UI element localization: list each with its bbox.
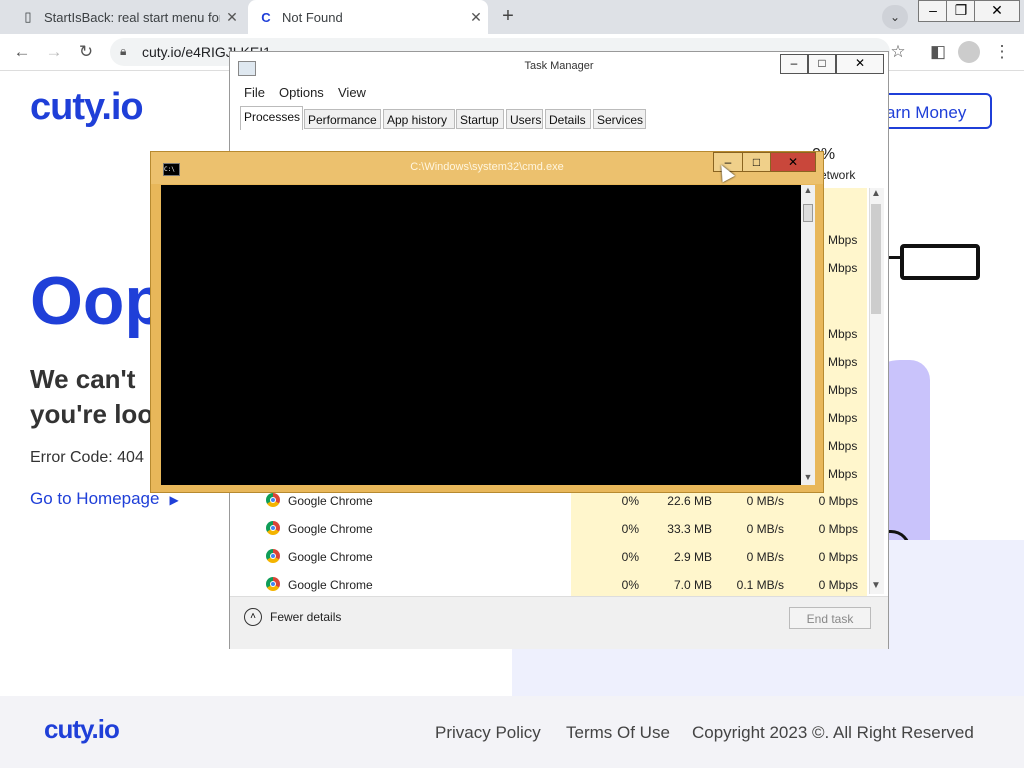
back-icon[interactable]: ← <box>10 40 34 64</box>
menu-view[interactable]: View <box>338 85 366 100</box>
terms-of-use-link[interactable]: Terms Of Use <box>566 723 670 743</box>
network-value: 0 Mbps <box>818 578 858 592</box>
task-manager-menubar: File Options View <box>230 82 888 104</box>
tab-search-button[interactable]: ⌄ <box>882 5 908 29</box>
scroll-down-icon[interactable]: ▼ <box>869 580 883 591</box>
tab-users[interactable]: Users <box>506 109 543 129</box>
profile-avatar[interactable] <box>958 41 980 63</box>
cmd-scroll-down-icon[interactable]: ▼ <box>801 472 815 482</box>
menu-file[interactable]: File <box>244 85 265 100</box>
lock-icon: 🔒︎ <box>120 44 127 58</box>
cpu-value: 0% <box>621 578 639 592</box>
restore-button[interactable]: ❐ <box>946 0 976 22</box>
chrome-icon <box>266 493 280 507</box>
close-tab-icon[interactable]: ✕ <box>220 9 244 26</box>
chrome-icon <box>266 577 280 591</box>
headline-line-1: We can't <box>30 364 136 394</box>
process-name: Google Chrome <box>288 578 373 592</box>
go-home-label: Go to Homepage <box>30 489 160 508</box>
table-row[interactable]: Google Chrome 0% 33.3 MB 0 MB/s 0 Mbps <box>230 515 870 543</box>
cmd-scrollbar-thumb[interactable] <box>803 204 813 222</box>
arrow-right-icon: ▶ <box>169 493 179 507</box>
tab-services[interactable]: Services <box>593 109 646 129</box>
tab-title: StartIsBack: real start menu for W <box>44 9 220 25</box>
memory-value: 22.6 MB <box>667 494 712 508</box>
task-manager-tabs: Processes Performance App history Startu… <box>230 104 888 131</box>
error-code: Error Code: 404 <box>30 449 144 466</box>
network-value: Mbps <box>828 467 858 481</box>
end-task-button[interactable]: End task <box>789 607 871 629</box>
forward-icon[interactable]: → <box>42 40 66 64</box>
process-name: Google Chrome <box>288 494 373 508</box>
memory-value: 7.0 MB <box>673 578 712 592</box>
privacy-policy-link[interactable]: Privacy Policy <box>435 723 541 743</box>
disk-value: 0 MB/s <box>746 522 784 536</box>
cmd-scroll-up-icon[interactable]: ▲ <box>801 185 815 195</box>
new-tab-button[interactable]: + <box>496 5 520 29</box>
fewer-details-link[interactable]: Fewer details <box>270 610 341 624</box>
tab-startisback[interactable]: ▯ StartIsBack: real start menu for W ✕ <box>10 0 244 34</box>
scrollbar-thumb[interactable] <box>871 204 881 314</box>
close-tab-icon[interactable]: ✕ <box>464 9 488 26</box>
tm-minimize-button[interactable]: – <box>780 54 808 74</box>
network-value: Mbps <box>828 411 858 425</box>
network-value: 0 Mbps <box>818 550 858 564</box>
memory-value: 2.9 MB <box>673 550 712 564</box>
network-value: Mbps <box>828 327 858 341</box>
table-row[interactable]: Google Chrome 0% 7.0 MB 0.1 MB/s 0 Mbps <box>230 571 870 599</box>
bookmark-star-icon[interactable]: ☆ <box>886 40 910 64</box>
disk-value: 0 MB/s <box>746 494 784 508</box>
network-value: 0 Mbps <box>818 494 858 508</box>
copyright-text: Copyright 2023 ©. All Right Reserved <box>692 723 974 742</box>
tm-close-button[interactable]: ✕ <box>836 54 884 74</box>
illustration-box <box>900 244 980 280</box>
cuty-logo[interactable]: cuty.io <box>30 86 144 129</box>
tm-maximize-button[interactable]: □ <box>808 54 836 74</box>
cmd-scrollbar[interactable] <box>801 185 815 485</box>
menu-kebab-icon[interactable]: ⋮ <box>990 40 1014 64</box>
tab-app-history[interactable]: App history <box>383 109 455 129</box>
network-value: Mbps <box>828 261 858 275</box>
process-name: Google Chrome <box>288 522 373 536</box>
menu-options[interactable]: Options <box>279 85 324 100</box>
tab-processes[interactable]: Processes <box>240 106 303 130</box>
cmd-maximize-button[interactable]: □ <box>742 152 771 172</box>
footer-logo[interactable]: cuty.io <box>44 714 120 745</box>
network-value: Mbps <box>828 233 858 247</box>
scroll-up-icon[interactable]: ▲ <box>869 188 883 199</box>
tab-startup[interactable]: Startup <box>456 109 504 129</box>
tab-performance[interactable]: Performance <box>304 109 381 129</box>
cpu-value: 0% <box>621 522 639 536</box>
cpu-value: 0% <box>621 494 639 508</box>
chevron-up-icon[interactable]: ˄ <box>244 608 262 626</box>
cpu-value: 0% <box>621 550 639 564</box>
disk-value: 0 MB/s <box>746 550 784 564</box>
process-name: Google Chrome <box>288 550 373 564</box>
disk-value: 0.1 MB/s <box>736 578 784 592</box>
cuty-favicon: C <box>261 9 271 25</box>
reload-icon[interactable]: ↻ <box>74 40 98 64</box>
cmd-close-button[interactable]: ✕ <box>770 152 816 172</box>
oops-heading: Oop <box>30 263 166 339</box>
side-panel-icon[interactable]: ◧ <box>926 40 950 64</box>
network-column-label[interactable]: etwork <box>820 168 855 182</box>
tab-details[interactable]: Details <box>545 109 591 129</box>
page-icon: ▯ <box>24 9 32 24</box>
minimize-button[interactable]: – <box>918 0 948 22</box>
close-window-button[interactable]: ✕ <box>974 0 1020 22</box>
headline-line-2: you're loo <box>30 399 154 429</box>
memory-value: 33.3 MB <box>667 522 712 536</box>
table-row[interactable]: Google Chrome 0% 2.9 MB 0 MB/s 0 Mbps <box>230 543 870 571</box>
network-value: Mbps <box>828 383 858 397</box>
cmd-window[interactable]: C:\ C:\Windows\system32\cmd.exe – □ ✕ ▲ … <box>150 151 824 493</box>
tab-title: Not Found <box>282 9 343 25</box>
tab-not-found[interactable]: C Not Found ✕ <box>248 0 488 34</box>
chrome-icon <box>266 521 280 535</box>
network-value: Mbps <box>828 439 858 453</box>
cmd-console-area[interactable] <box>161 185 801 485</box>
network-value: Mbps <box>828 355 858 369</box>
chrome-icon <box>266 549 280 563</box>
not-found-headline: We can't you're loo <box>30 362 160 432</box>
network-value: 0 Mbps <box>818 522 858 536</box>
